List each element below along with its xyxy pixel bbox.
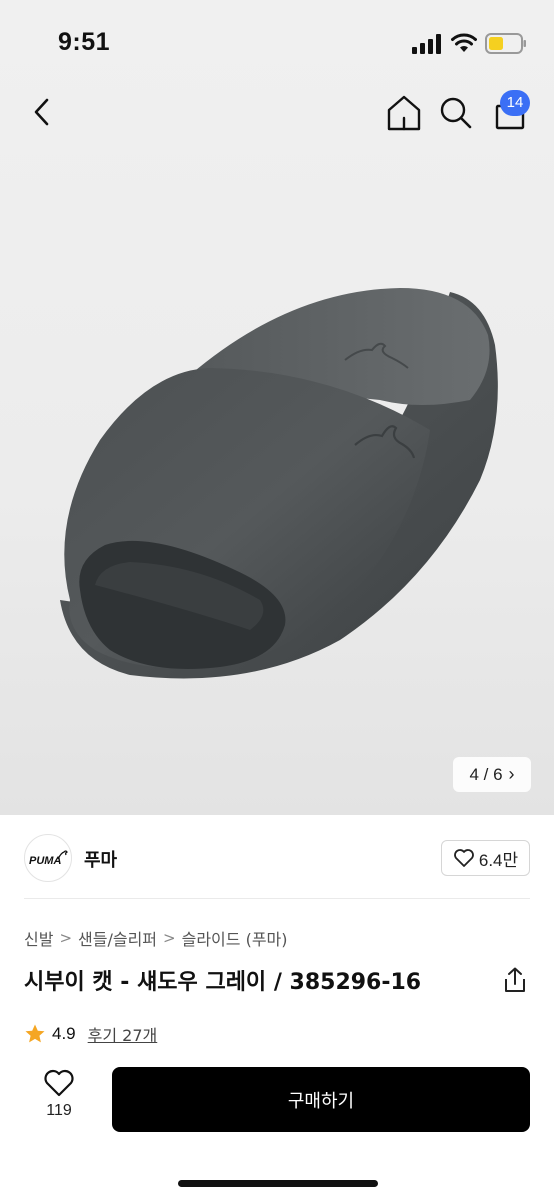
product-gallery[interactable]: 9:51 14 4 / 6 › <box>0 0 554 815</box>
brand-name[interactable]: 푸마 <box>84 846 117 872</box>
search-icon[interactable] <box>436 92 476 134</box>
brand-like-button[interactable]: 6.4만 <box>441 840 530 876</box>
status-time: 9:51 <box>58 28 111 56</box>
puma-logo-icon: PUMA <box>29 850 68 867</box>
brand-like-count: 6.4만 <box>478 850 519 870</box>
chevron-left-icon <box>34 98 49 126</box>
svg-text:PUMA: PUMA <box>29 855 61 867</box>
status-bar: 9:51 <box>0 0 554 80</box>
wifi-icon <box>451 33 477 52</box>
cellular-signal-icon <box>412 34 441 54</box>
chevron-right-icon: › <box>508 764 515 784</box>
rating-value: 4.9 <box>52 1024 76 1043</box>
rating-row: 4.9 후기 27개 <box>24 1022 157 1046</box>
share-icon[interactable] <box>500 965 530 995</box>
breadcrumb-item[interactable]: 신발 <box>24 926 53 950</box>
wishlist-button[interactable]: 119 <box>28 1068 90 1132</box>
product-title: 시부이 캣 - 섀도우 그레이 / 385296-16 <box>24 970 422 995</box>
star-icon <box>25 1024 45 1043</box>
battery-icon <box>485 33 526 54</box>
breadcrumb: 신발 > 샌들/슬리퍼 > 슬라이드 (푸마) <box>24 926 288 950</box>
brand-logo[interactable]: PUMA <box>24 834 72 882</box>
heart-icon <box>44 1069 74 1097</box>
image-counter[interactable]: 4 / 6 › <box>453 757 531 792</box>
breadcrumb-item[interactable]: 슬라이드 (푸마) <box>182 926 288 950</box>
back-button[interactable] <box>22 90 62 134</box>
cart-count-badge: 14 <box>500 90 530 116</box>
breadcrumb-item[interactable]: 샌들/슬리퍼 <box>78 926 157 950</box>
home-icon[interactable] <box>384 92 424 134</box>
image-counter-text: 4 / 6 <box>469 764 503 784</box>
wishlist-count: 119 <box>46 1102 72 1119</box>
divider <box>24 898 530 899</box>
buy-button[interactable]: 구매하기 <box>112 1067 530 1132</box>
chevron-right-icon: > <box>163 929 176 947</box>
review-link[interactable]: 후기 27개 <box>88 1022 158 1046</box>
home-indicator <box>178 1180 378 1187</box>
product-image[interactable] <box>0 170 554 790</box>
product-detail-page: 9:51 14 4 / 6 › PUMA 푸마 6.4만 신발 > 샌들/슬리퍼… <box>0 0 554 1200</box>
heart-icon <box>453 849 474 867</box>
brand-row: PUMA 푸마 6.4만 <box>0 830 554 888</box>
chevron-right-icon: > <box>59 929 73 947</box>
